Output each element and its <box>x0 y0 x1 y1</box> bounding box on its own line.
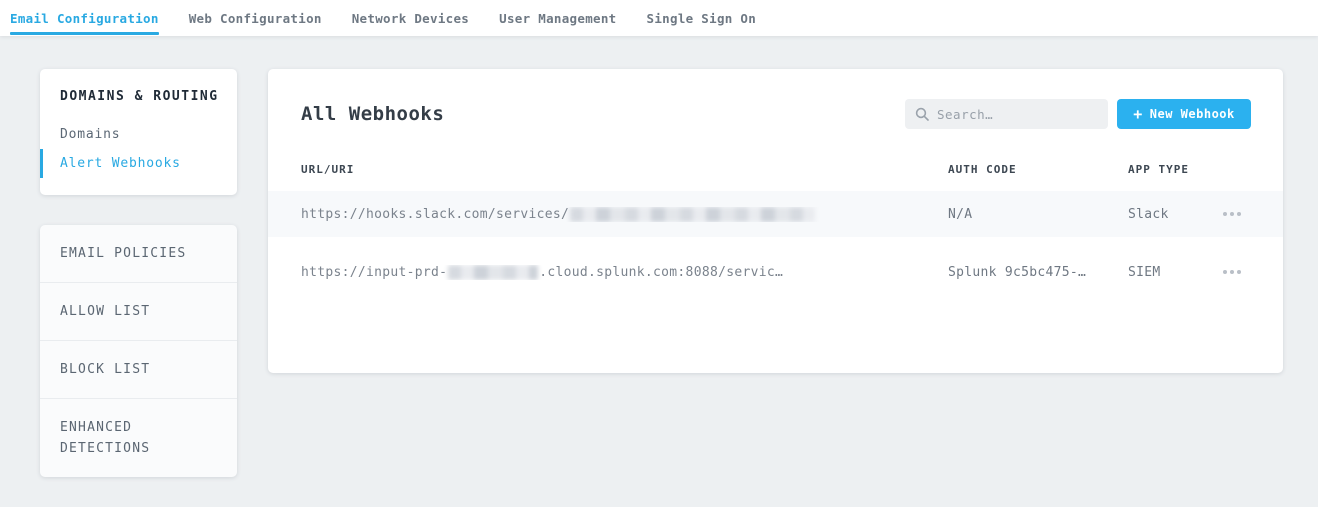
sidebar-item-domains[interactable]: Domains <box>40 120 237 149</box>
column-header-auth-code: AUTH CODE <box>948 163 1128 176</box>
tab-email-configuration[interactable]: Email Configuration <box>10 0 159 36</box>
auth-code-value: N/A <box>948 207 1128 222</box>
search-input[interactable] <box>937 107 1098 122</box>
tab-single-sign-on[interactable]: Single Sign On <box>647 0 757 36</box>
tab-user-management[interactable]: User Management <box>499 0 616 36</box>
url-text: https://hooks.slack.com/services/ <box>301 207 569 222</box>
ellipsis-menu-icon[interactable] <box>1221 264 1251 280</box>
sidebar-heading-domains-routing: DOMAINS & ROUTING <box>40 89 237 104</box>
auth-code-value: Splunk 9c5bc475-… <box>948 265 1128 280</box>
redacted-blur <box>448 265 538 280</box>
plus-icon: + <box>1133 107 1143 122</box>
sidebar-item-block-list[interactable]: BLOCK LIST <box>40 341 237 399</box>
sidebar-policies-card: EMAIL POLICIES ALLOW LIST BLOCK LIST ENH… <box>40 225 237 477</box>
column-header-app-type: APP TYPE <box>1128 163 1207 176</box>
top-nav: Email Configuration Web Configuration Ne… <box>0 0 1318 36</box>
tab-web-configuration[interactable]: Web Configuration <box>189 0 322 36</box>
webhook-url-slack: https://hooks.slack.com/services/ <box>301 207 948 222</box>
column-header-url: URL/URI <box>301 163 948 176</box>
webhook-url-splunk: https://input-prd- .cloud.splunk.com:808… <box>301 265 948 280</box>
search-icon <box>915 107 929 121</box>
redacted-blur <box>570 207 815 222</box>
url-text: .cloud.splunk.com:8088/servic… <box>539 265 783 280</box>
tab-network-devices[interactable]: Network Devices <box>352 0 469 36</box>
sidebar-item-email-policies[interactable]: EMAIL POLICIES <box>40 225 237 283</box>
table-row: https://input-prd- .cloud.splunk.com:808… <box>268 247 1283 297</box>
page-title: All Webhooks <box>301 103 444 125</box>
app-type-value: SIEM <box>1128 265 1207 280</box>
new-webhook-button-label: New Webhook <box>1150 107 1235 121</box>
table-row: https://hooks.slack.com/services/ N/A Sl… <box>268 191 1283 237</box>
webhooks-panel: All Webhooks + New Webhook URL/URI AUTH … <box>268 69 1283 373</box>
ellipsis-menu-icon[interactable] <box>1221 206 1251 222</box>
app-type-value: Slack <box>1128 207 1207 222</box>
sidebar-item-alert-webhooks[interactable]: Alert Webhooks <box>40 149 237 178</box>
table-header-row: URL/URI AUTH CODE APP TYPE <box>268 155 1283 183</box>
sidebar-item-allow-list[interactable]: ALLOW LIST <box>40 283 237 341</box>
new-webhook-button[interactable]: + New Webhook <box>1117 99 1251 129</box>
search-box[interactable] <box>905 99 1108 129</box>
webhooks-table: URL/URI AUTH CODE APP TYPE https://hooks… <box>268 155 1283 297</box>
sidebar-item-enhanced-detections[interactable]: ENHANCED DETECTIONS <box>40 399 177 477</box>
panel-header: All Webhooks + New Webhook <box>268 69 1283 129</box>
url-text: https://input-prd- <box>301 265 447 280</box>
sidebar-domains-routing-card: DOMAINS & ROUTING Domains Alert Webhooks <box>40 69 237 195</box>
